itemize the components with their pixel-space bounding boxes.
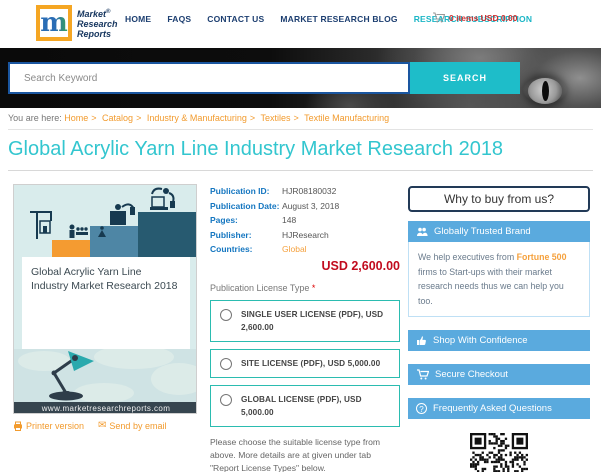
publisher: HJResearch [282,229,329,240]
breadcrumb-catalog[interactable]: Catalog [102,113,133,123]
page-title: Global Acrylic Yarn Line Industry Market… [8,138,504,160]
cover-bottom-graphic [14,345,196,403]
license-radio-global[interactable] [220,393,232,406]
detail-row: Publication ID: HJR08180032 [210,186,337,196]
breadcrumb-prefix: You are here: [8,113,62,123]
printer-version-link[interactable]: Printer version [13,421,84,431]
cat-eye-decoration [528,78,562,104]
license-radio-site[interactable] [220,357,232,370]
cart-summary-text: 0 items USD 0.00 [449,12,518,23]
license-option-site[interactable]: SITE LICENSE (PDF), USD 5,000.00 [210,348,400,378]
detail-row: Publication Date: August 3, 2018 [210,200,340,211]
question-icon: ? [416,403,427,414]
logo-m-icon: m [36,5,72,41]
logo-letter: m [40,8,68,38]
site-logo[interactable]: m Market® Research Reports [36,5,118,41]
search-bar: SEARCH [8,62,520,94]
cart-icon [417,369,429,380]
report-cover-image: Global Acrylic Yarn Line Industry Market… [13,184,197,414]
nav-home[interactable]: HOME [125,14,151,24]
license-type-label: Publication License Type * [210,282,316,293]
detail-row: Countries: Global [210,244,307,254]
nav-contact-us[interactable]: CONTACT US [207,14,264,24]
send-by-email-link[interactable]: ✉ Send by email [98,420,166,431]
header: m Market® Research Reports HOME FAQS CON… [0,0,601,48]
users-icon [417,227,428,236]
license-note: Please choose the suitable license type … [210,436,381,472]
lamp-illustration [18,345,196,403]
fortune-500-link[interactable]: Fortune 500 [517,252,567,262]
detail-row: Pages: 148 [210,215,297,225]
page: m Market® Research Reports HOME FAQS CON… [0,0,601,472]
breadcrumb-industry-manufacturing[interactable]: Industry & Manufacturing [147,113,247,123]
trusted-brand-text: We help executives from Fortune 500 firm… [408,242,590,317]
page-actions: Printer version ✉ Send by email [13,420,166,431]
sidebar-item-faq[interactable]: ? Frequently Asked Questions [408,398,590,419]
why-buy-box[interactable]: Why to buy from us? [408,186,590,212]
publication-date: August 3, 2018 [282,200,340,211]
sidebar: Why to buy from us? Globally Trusted Bra… [408,186,590,472]
qr-code [468,431,530,472]
breadcrumb-textile-manufacturing[interactable]: Textile Manufacturing [304,113,389,123]
license-option-single-user[interactable]: SINGLE USER LICENSE (PDF), USD 2,600.00 [210,299,400,342]
machinery-icons [30,187,175,239]
cart-icon [433,12,445,23]
divider [8,129,593,130]
sidebar-item-shop-with-confidence[interactable]: Shop With Confidence [408,330,590,351]
search-input[interactable] [8,62,410,94]
printer-icon [14,421,22,431]
cover-title: Global Acrylic Yarn Line Industry Market… [31,266,178,292]
logo-text: Market® Research Reports [77,9,118,39]
search-button[interactable]: SEARCH [410,62,520,94]
publication-details: Publication ID: HJR08180032 Publication D… [210,186,400,472]
sidebar-item-secure-checkout[interactable]: Secure Checkout [408,364,590,385]
breadcrumb-home[interactable]: Home [64,113,88,123]
license-option-global[interactable]: GLOBAL LICENSE (PDF), USD 5,000.00 [210,384,400,427]
publication-id: HJR08180032 [282,186,337,196]
divider [8,170,593,171]
license-radio-single-user[interactable] [220,308,232,321]
nav-faqs[interactable]: FAQS [167,14,191,24]
breadcrumb: You are here: Home > Catalog > Industry & … [8,113,390,123]
nav-market-research-blog[interactable]: MARKET RESEARCH BLOG [280,14,397,24]
pages: 148 [282,215,297,225]
detail-row: Publisher: HJResearch [210,229,329,240]
cover-title-panel: Global Acrylic Yarn Line Industry Market… [22,257,190,349]
thumbs-up-icon [417,336,426,345]
breadcrumb-textiles[interactable]: Textiles [261,113,291,123]
qr-code-container [408,431,590,472]
sidebar-item-globally-trusted-brand[interactable]: Globally Trusted Brand [408,221,590,242]
countries-link[interactable]: Global [282,244,307,254]
cart-summary[interactable]: 0 items USD 0.00 [432,12,518,23]
email-icon: ✉ [98,420,107,431]
cover-top-graphic [14,185,196,257]
price: USD 2,600.00 [321,258,400,273]
cover-website: www.marketresearchreports.com [14,402,196,413]
